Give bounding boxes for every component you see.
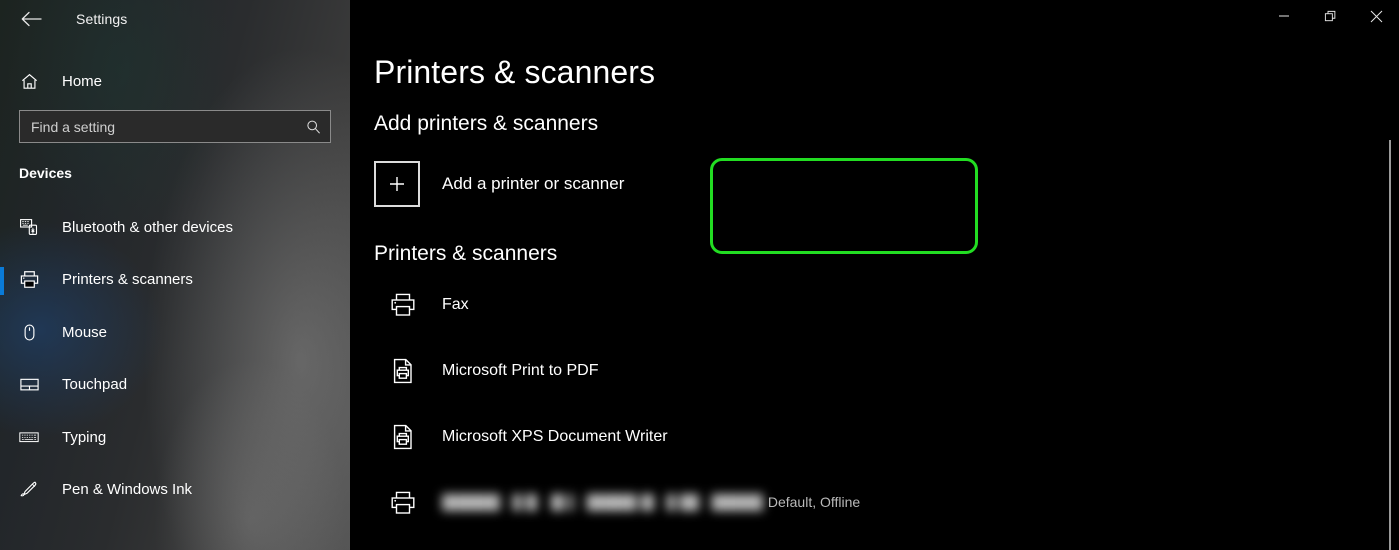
mouse-icon: [14, 323, 44, 342]
search-container: [0, 98, 350, 143]
sidebar-item-label: Pen & Windows Ink: [62, 481, 193, 499]
window-controls: [1261, 0, 1399, 32]
printer-item-text: Microsoft XPS Document Writer: [442, 427, 668, 447]
printer-item-text: Fax: [442, 295, 469, 315]
sidebar-item-mouse[interactable]: Mouse: [0, 306, 350, 359]
settings-content: Printers & scanners Add printers & scann…: [374, 0, 1109, 536]
add-section-title: Add printers & scanners: [374, 112, 599, 135]
settings-window: Settings Home Find a setting Devices Blu…: [0, 0, 1399, 550]
bluetooth-devices-icon: [14, 217, 44, 237]
sidebar-item-label: Bluetooth & other devices: [62, 218, 233, 236]
main-content-area: Printers & scanners Add printers & scann…: [350, 0, 1399, 550]
keyboard-icon: [14, 426, 44, 448]
add-printer-button[interactable]: Add a printer or scanner: [374, 156, 1109, 212]
printer-list-item-default[interactable]: ███████ █ ██ ██████ ███ ██ █████ Default…: [374, 470, 1109, 536]
app-title: Settings: [76, 11, 128, 27]
search-input[interactable]: [20, 111, 330, 142]
sidebar: Settings Home Find a setting Devices Blu…: [0, 0, 350, 550]
close-icon[interactable]: [1353, 0, 1399, 32]
page-title: Printers & scanners: [374, 54, 656, 90]
printer-list-item[interactable]: Fax: [374, 272, 1109, 338]
home-icon: [14, 72, 44, 91]
printer-name: Microsoft Print to PDF: [442, 362, 599, 379]
document-printer-icon: [382, 356, 424, 386]
sidebar-item-label: Printers & scanners: [62, 271, 193, 289]
sidebar-item-bluetooth[interactable]: Bluetooth & other devices: [0, 201, 350, 254]
vertical-scrollbar[interactable]: [1389, 140, 1391, 550]
sidebar-item-home[interactable]: Home: [0, 64, 350, 98]
sidebar-item-label-home: Home: [62, 72, 103, 90]
active-indicator: [0, 266, 4, 295]
printer-list-item[interactable]: Microsoft XPS Document Writer: [374, 404, 1109, 470]
search-icon[interactable]: [306, 119, 321, 134]
printer-list: Fax Microsoft Print to PDF Microsoft XPS…: [374, 272, 1109, 536]
sidebar-item-label: Touchpad: [62, 376, 128, 394]
sidebar-item-touchpad[interactable]: Touchpad: [0, 359, 350, 412]
add-printer-button-label: Add a printer or scanner: [442, 174, 625, 193]
sidebar-item-printers-scanners[interactable]: Printers & scanners: [0, 254, 350, 307]
printer-item-text: ███████ █ ██ ██████ ███ ██ █████ Default…: [442, 493, 860, 513]
sidebar-section-label: Devices: [19, 165, 72, 181]
sidebar-item-label: Mouse: [62, 323, 108, 341]
back-arrow-icon[interactable]: [14, 4, 48, 34]
pen-icon: [14, 479, 44, 500]
printer-icon: [14, 269, 44, 290]
printer-status: Default, Offline: [767, 494, 861, 510]
printer-list-title: Printers & scanners: [374, 242, 558, 265]
minimize-icon[interactable]: [1261, 0, 1307, 32]
printer-item-text: Microsoft Print to PDF: [442, 361, 598, 381]
sidebar-item-label: Typing: [62, 428, 107, 446]
titlebar-left: Settings: [0, 0, 350, 38]
plus-icon: [374, 161, 420, 207]
document-printer-icon: [382, 422, 424, 452]
printer-name: Fax: [442, 296, 469, 313]
sidebar-item-pen-windows-ink[interactable]: Pen & Windows Ink: [0, 464, 350, 517]
search-box[interactable]: [19, 110, 331, 143]
sidebar-nav-list: Bluetooth & other devices Printers & sca…: [0, 201, 350, 516]
printer-name: Microsoft XPS Document Writer: [442, 428, 668, 445]
printer-name-redacted: ███████ █ ██ ██████ ███ ██ █████: [442, 494, 764, 511]
printer-icon: [382, 488, 424, 518]
touchpad-icon: [14, 374, 44, 395]
sidebar-item-typing[interactable]: Typing: [0, 411, 350, 464]
printer-list-item[interactable]: Microsoft Print to PDF: [374, 338, 1109, 404]
restore-icon[interactable]: [1307, 0, 1353, 32]
printer-icon: [382, 290, 424, 320]
